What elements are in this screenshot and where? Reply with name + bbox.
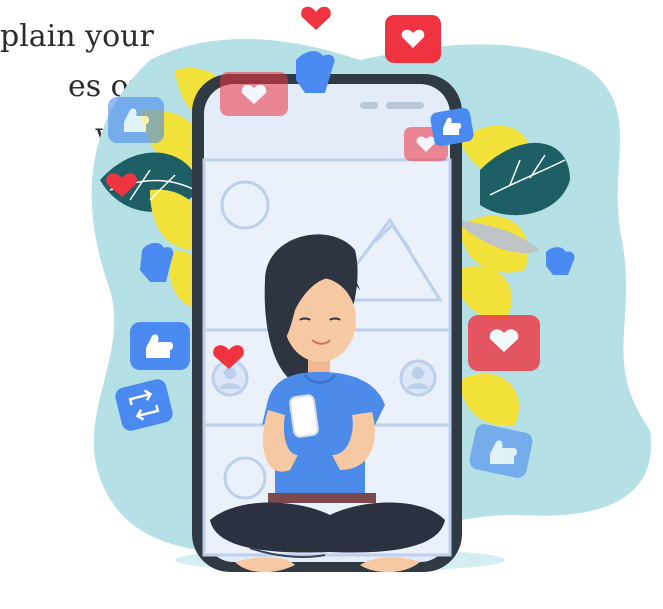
heart-icon xyxy=(385,15,441,63)
thumbs-up-icon xyxy=(108,97,164,143)
thumbs-up-icon xyxy=(130,322,190,370)
heart-icon xyxy=(220,72,288,116)
thumbs-up-icon xyxy=(430,107,474,147)
phone-camera-bar xyxy=(386,102,424,109)
heart-icon xyxy=(468,315,540,371)
social-media-illustration xyxy=(91,6,652,573)
phone-speaker xyxy=(360,102,378,109)
user-icon xyxy=(399,359,437,397)
heart-icon xyxy=(301,6,331,30)
